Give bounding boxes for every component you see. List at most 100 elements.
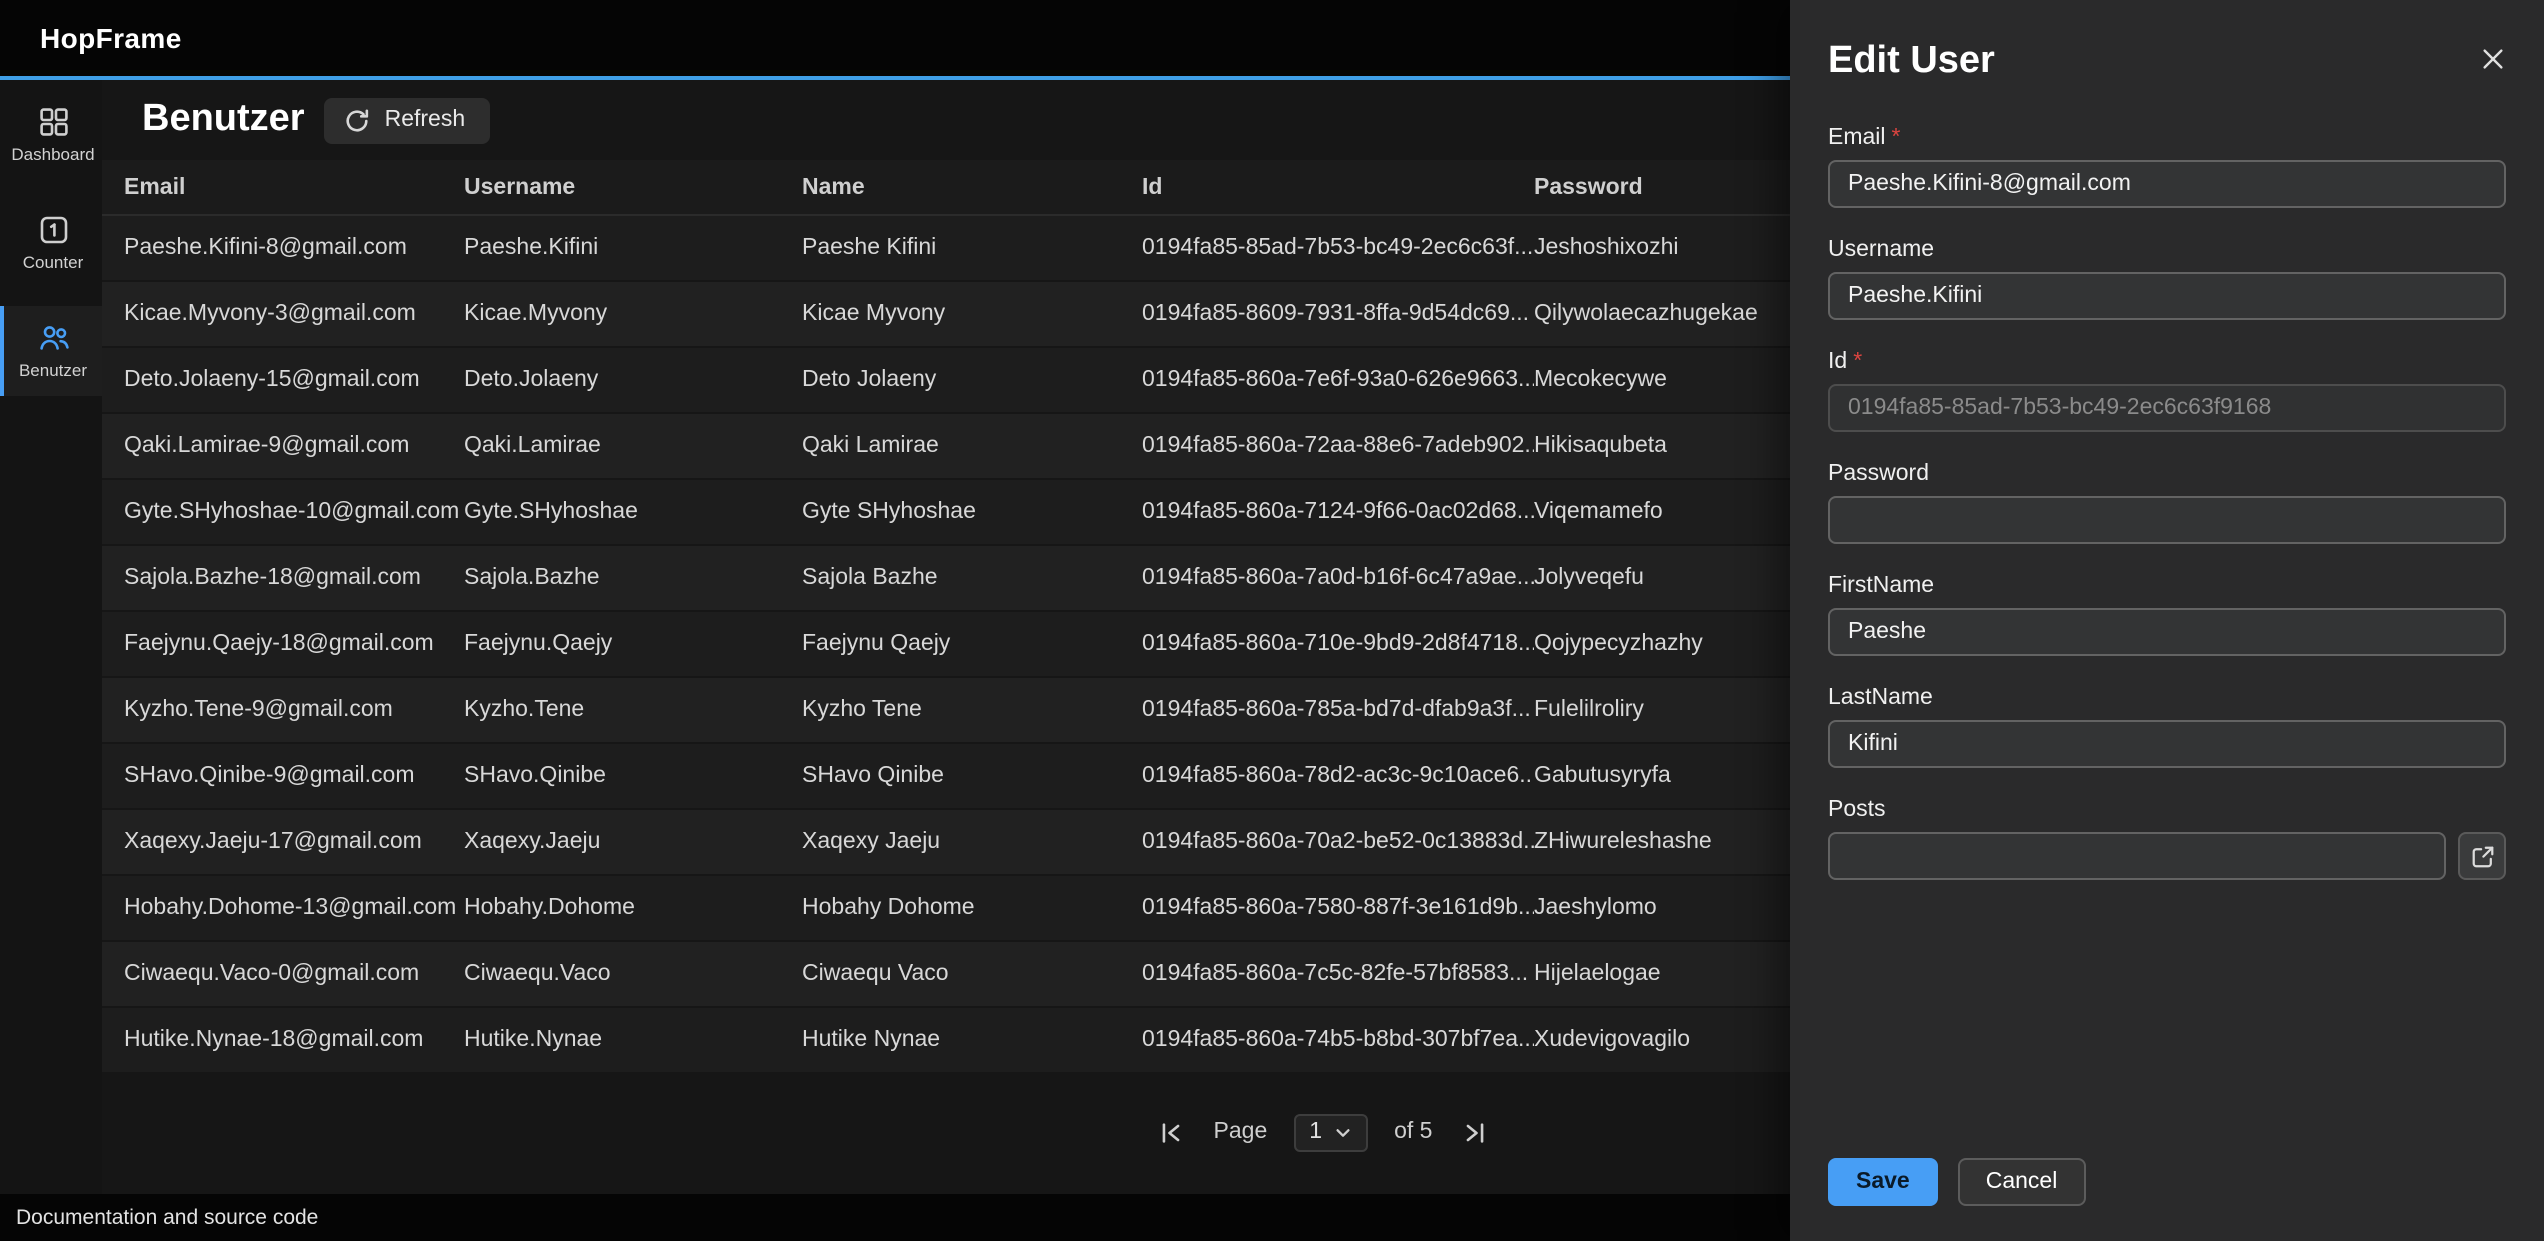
email-field[interactable]	[1828, 160, 2506, 208]
table-cell: Faejynu.Qaejy-18@gmail.com	[124, 632, 464, 656]
panel-actions: Save Cancel	[1828, 1157, 2085, 1205]
password-field[interactable]	[1828, 496, 2506, 544]
table-cell: Xaqexy Jaeju	[802, 830, 1142, 854]
close-icon	[2480, 48, 2506, 78]
first-page-icon	[1158, 1119, 1184, 1145]
first-page-button[interactable]	[1154, 1115, 1188, 1149]
close-panel-button[interactable]	[2474, 40, 2512, 78]
edit-user-panel: Edit User Email* Username Id* Password	[1790, 0, 2544, 1241]
table-cell: SHavo Qinibe	[802, 764, 1142, 788]
password-label: Password	[1828, 462, 2506, 486]
required-marker: *	[1892, 126, 1901, 150]
table-cell: 0194fa85-860a-7c5c-82fe-57bf8583...	[1142, 962, 1534, 986]
counter-icon	[37, 214, 69, 246]
table-cell: Deto.Jolaeny-15@gmail.com	[124, 368, 464, 392]
sidebar-item-label: Dashboard	[11, 144, 94, 164]
open-posts-button[interactable]	[2458, 832, 2506, 880]
id-label: Id*	[1828, 350, 2506, 374]
id-field-group: Id*	[1828, 350, 2506, 432]
refresh-button[interactable]: Refresh	[325, 97, 490, 143]
table-cell: Hutike Nynae	[802, 1028, 1142, 1052]
table-cell: Ciwaequ.Vaco	[464, 962, 802, 986]
documentation-link[interactable]: Documentation and source code	[16, 1206, 318, 1230]
username-field[interactable]	[1828, 272, 2506, 320]
posts-field-group: Posts	[1828, 798, 2506, 880]
last-page-button[interactable]	[1458, 1115, 1492, 1149]
table-cell: 0194fa85-860a-78d2-ac3c-9c10ace6...	[1142, 764, 1534, 788]
total-pages: 5	[1420, 1120, 1433, 1144]
sidebar-item-benutzer[interactable]: Benutzer	[0, 306, 102, 396]
table-cell: Kyzho.Tene	[464, 698, 802, 722]
firstname-field-group: FirstName	[1828, 574, 2506, 656]
table-cell: 0194fa85-860a-785a-bd7d-dfab9a3f...	[1142, 698, 1534, 722]
people-icon	[37, 322, 69, 354]
table-cell: Sajola Bazhe	[802, 566, 1142, 590]
refresh-button-label: Refresh	[385, 108, 466, 132]
current-page-value: 1	[1309, 1120, 1322, 1144]
table-cell: 0194fa85-860a-710e-9bd9-2d8f4718...	[1142, 632, 1534, 656]
table-cell: 0194fa85-860a-7a0d-b16f-6c47a9ae...	[1142, 566, 1534, 590]
refresh-icon	[345, 107, 371, 133]
table-cell: Hutike.Nynae-18@gmail.com	[124, 1028, 464, 1052]
username-field-group: Username	[1828, 238, 2506, 320]
sidebar-item-dashboard[interactable]: Dashboard	[0, 90, 102, 180]
page-count-text: of 5	[1394, 1120, 1432, 1144]
dashboard-grid-icon	[37, 106, 69, 138]
sidebar-item-label: Counter	[23, 252, 84, 272]
sidebar-item-counter[interactable]: Counter	[0, 198, 102, 288]
table-cell: Kyzho.Tene-9@gmail.com	[124, 698, 464, 722]
column-header-email: Email	[124, 175, 464, 199]
firstname-field[interactable]	[1828, 608, 2506, 656]
table-cell: 0194fa85-85ad-7b53-bc49-2ec6c63f...	[1142, 236, 1534, 260]
table-cell: SHavo.Qinibe-9@gmail.com	[124, 764, 464, 788]
lastname-field[interactable]	[1828, 720, 2506, 768]
column-header-name: Name	[802, 175, 1142, 199]
table-cell: Qaki.Lamirae-9@gmail.com	[124, 434, 464, 458]
table-cell: Gyte SHyhoshae	[802, 500, 1142, 524]
table-cell: 0194fa85-860a-72aa-88e6-7adeb902...	[1142, 434, 1534, 458]
cancel-button[interactable]: Cancel	[1958, 1157, 2086, 1205]
page-title: Benutzer	[142, 98, 305, 142]
lastname-field-group: LastName	[1828, 686, 2506, 768]
chevron-down-icon	[1334, 1123, 1352, 1141]
sidebar-item-label: Benutzer	[19, 360, 87, 380]
email-field-group: Email*	[1828, 126, 2506, 208]
table-cell: Hutike.Nynae	[464, 1028, 802, 1052]
table-cell: Kicae.Myvony	[464, 302, 802, 326]
table-cell: Sajola.Bazhe-18@gmail.com	[124, 566, 464, 590]
panel-title: Edit User	[1828, 40, 2506, 84]
table-cell: Kyzho Tene	[802, 698, 1142, 722]
password-field-group: Password	[1828, 462, 2506, 544]
lastname-label: LastName	[1828, 686, 2506, 710]
table-cell: Hobahy Dohome	[802, 896, 1142, 920]
table-cell: 0194fa85-860a-74b5-b8bd-307bf7ea...	[1142, 1028, 1534, 1052]
table-cell: 0194fa85-8609-7931-8ffa-9d54dc69...	[1142, 302, 1534, 326]
page-label: Page	[1214, 1120, 1268, 1144]
save-button[interactable]: Save	[1828, 1157, 1938, 1205]
page-number-select[interactable]: 1	[1293, 1113, 1368, 1151]
table-cell: Gyte.SHyhoshae-10@gmail.com	[124, 500, 464, 524]
posts-label: Posts	[1828, 798, 2506, 822]
table-cell: Sajola.Bazhe	[464, 566, 802, 590]
column-header-username: Username	[464, 175, 802, 199]
table-cell: Deto Jolaeny	[802, 368, 1142, 392]
table-cell: Kicae Myvony	[802, 302, 1142, 326]
table-cell: Paeshe.Kifini-8@gmail.com	[124, 236, 464, 260]
table-cell: Faejynu.Qaejy	[464, 632, 802, 656]
external-link-icon	[2469, 843, 2495, 869]
table-cell: Deto.Jolaeny	[464, 368, 802, 392]
column-header-id: Id	[1142, 175, 1534, 199]
sidebar: Dashboard Counter Benutzer	[0, 80, 102, 1194]
table-cell: Ciwaequ Vaco	[802, 962, 1142, 986]
firstname-label: FirstName	[1828, 574, 2506, 598]
table-cell: Hobahy.Dohome	[464, 896, 802, 920]
table-cell: Qaki Lamirae	[802, 434, 1142, 458]
table-cell: 0194fa85-860a-7e6f-93a0-626e9663...	[1142, 368, 1534, 392]
table-cell: Qaki.Lamirae	[464, 434, 802, 458]
app-title: HopFrame	[40, 22, 182, 54]
table-cell: SHavo.Qinibe	[464, 764, 802, 788]
username-label: Username	[1828, 238, 2506, 262]
table-cell: Kicae.Myvony-3@gmail.com	[124, 302, 464, 326]
table-cell: Xaqexy.Jaeju-17@gmail.com	[124, 830, 464, 854]
posts-field[interactable]	[1828, 832, 2446, 880]
